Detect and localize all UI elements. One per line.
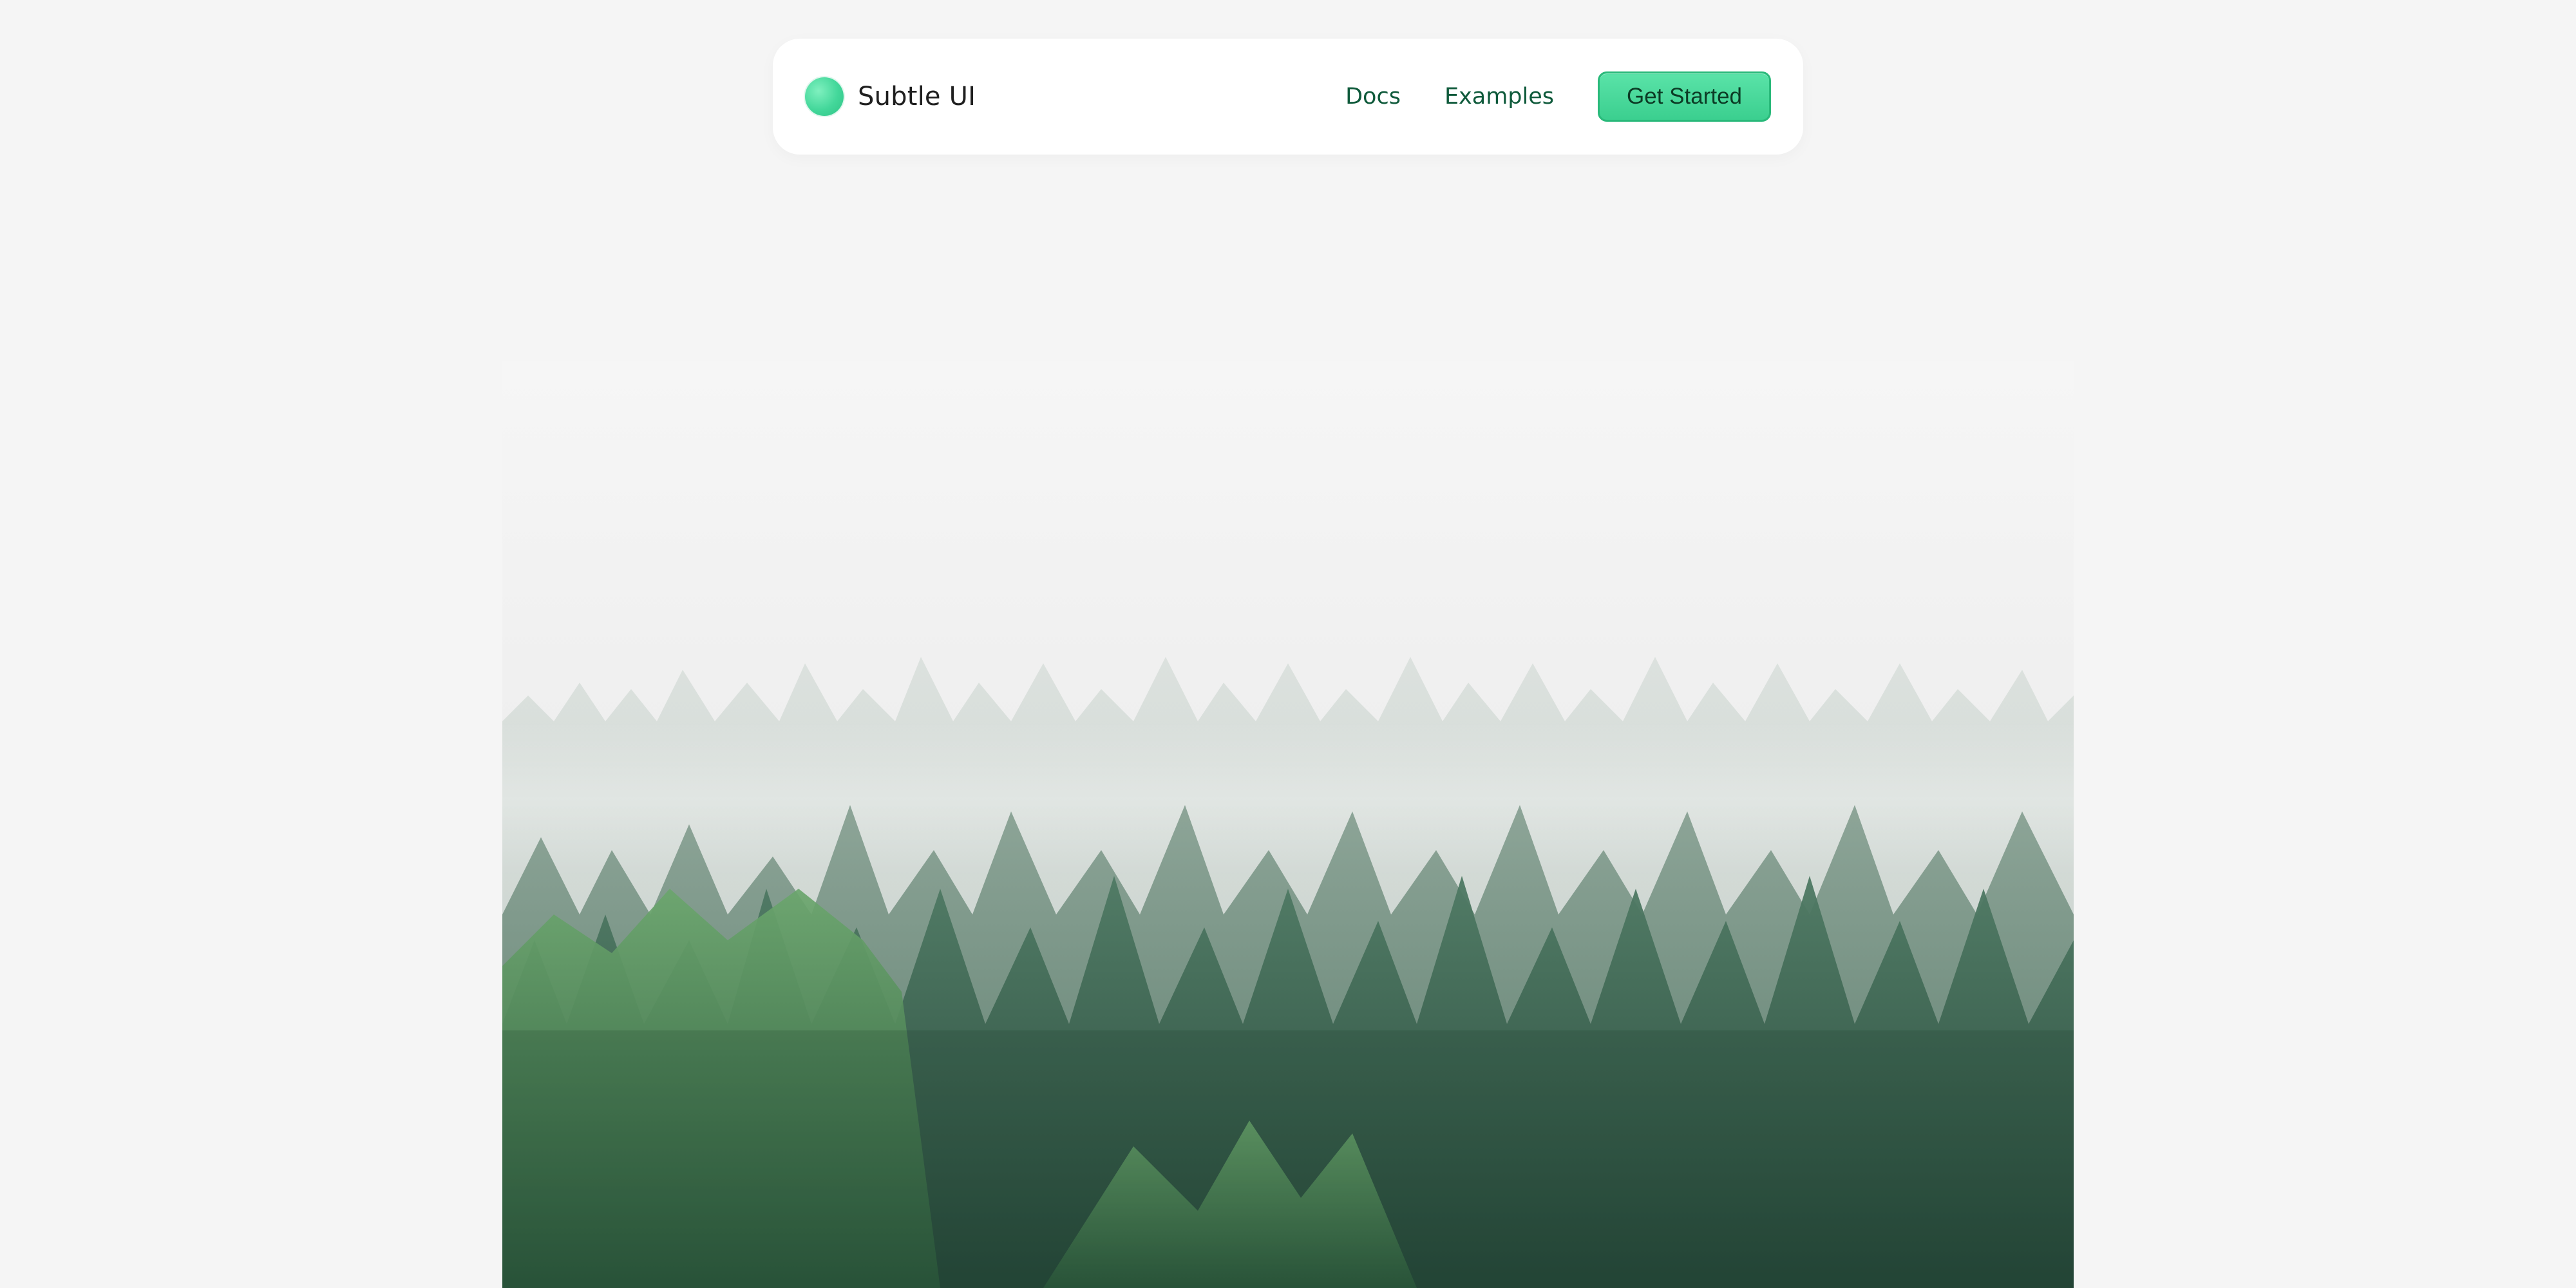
brand-name: Subtle UI — [858, 82, 976, 111]
hero-image — [502, 361, 2074, 1288]
brand[interactable]: Subtle UI — [805, 77, 976, 116]
nav-link-docs[interactable]: Docs — [1345, 84, 1401, 109]
nav-link-examples[interactable]: Examples — [1444, 84, 1554, 109]
brand-logo-dot — [805, 77, 844, 116]
top-navbar: Subtle UI Docs Examples Get Started — [773, 39, 1803, 155]
misty-forest-illustration — [502, 361, 2074, 1288]
primary-nav: Docs Examples Get Started — [1345, 71, 1771, 122]
get-started-button[interactable]: Get Started — [1598, 71, 1771, 122]
